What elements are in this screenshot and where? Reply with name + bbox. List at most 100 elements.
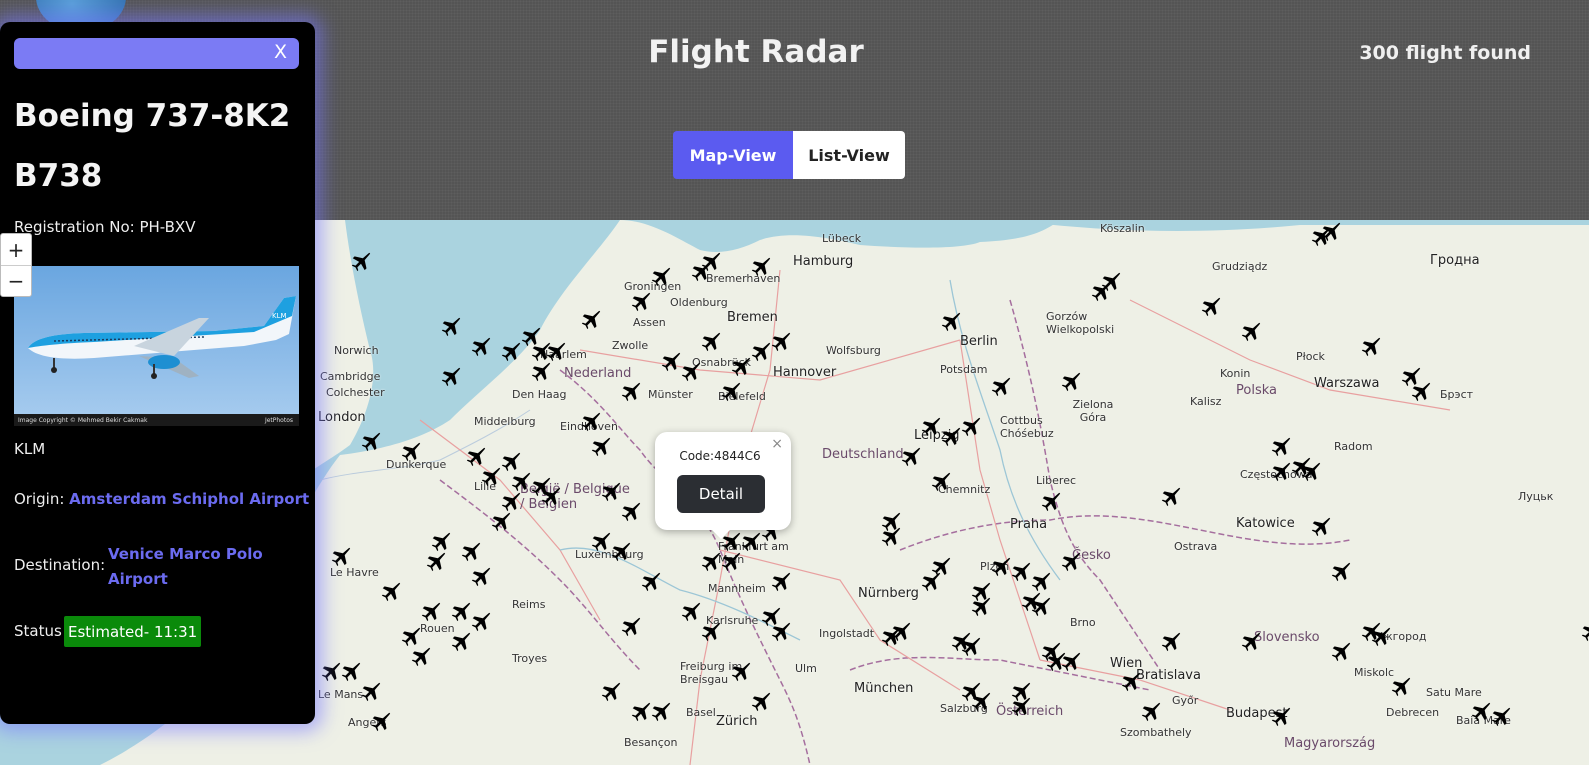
plane-icon[interactable] [600, 680, 622, 702]
plane-icon[interactable] [1270, 435, 1292, 457]
plane-icon[interactable] [1360, 335, 1382, 357]
plane-icon[interactable] [680, 360, 702, 382]
plane-icon[interactable] [440, 315, 462, 337]
plane-icon[interactable] [500, 340, 522, 362]
plane-icon[interactable] [970, 690, 992, 712]
plane-icon[interactable] [700, 620, 722, 642]
plane-icon[interactable] [990, 375, 1012, 397]
plane-icon[interactable] [340, 660, 362, 682]
plane-icon[interactable] [470, 610, 492, 632]
plane-icon[interactable] [620, 500, 642, 522]
plane-icon[interactable] [380, 580, 402, 602]
plane-icon[interactable] [700, 250, 722, 272]
plane-icon[interactable] [465, 445, 487, 467]
destination-airport-link[interactable]: Venice Marco Polo Airport [108, 542, 278, 592]
plane-icon[interactable] [500, 490, 522, 512]
zoom-in-button[interactable]: + [1, 234, 31, 265]
plane-icon[interactable] [880, 525, 902, 547]
plane-icon[interactable] [580, 308, 602, 330]
panel-close-bar[interactable]: X [14, 38, 299, 69]
list-view-button[interactable]: List-View [793, 131, 905, 179]
plane-icon[interactable] [680, 600, 702, 622]
plane-icon[interactable] [480, 465, 502, 487]
plane-icon[interactable] [350, 250, 372, 272]
plane-icon[interactable] [770, 620, 792, 642]
plane-icon[interactable] [1160, 485, 1182, 507]
plane-icon[interactable] [740, 530, 762, 552]
plane-icon[interactable] [450, 630, 472, 652]
plane-icon[interactable] [450, 600, 472, 622]
plane-icon[interactable] [545, 340, 567, 362]
plane-icon[interactable] [1490, 705, 1512, 727]
plane-icon[interactable] [750, 255, 772, 277]
plane-icon[interactable] [1270, 460, 1292, 482]
plane-icon[interactable] [1040, 490, 1062, 512]
plane-icon[interactable] [540, 485, 562, 507]
plane-icon[interactable] [1060, 650, 1082, 672]
plane-icon[interactable] [630, 290, 652, 312]
plane-icon[interactable] [1140, 700, 1162, 722]
plane-icon[interactable] [770, 570, 792, 592]
plane-icon[interactable] [730, 355, 752, 377]
plane-icon[interactable] [700, 550, 722, 572]
plane-icon[interactable] [490, 510, 512, 532]
detail-button[interactable]: Detail [677, 475, 765, 513]
plane-icon[interactable] [1470, 700, 1492, 722]
plane-icon[interactable] [720, 550, 742, 572]
plane-icon[interactable] [1310, 515, 1332, 537]
plane-icon[interactable] [590, 530, 612, 552]
plane-icon[interactable] [730, 660, 752, 682]
plane-icon[interactable] [370, 710, 392, 732]
plane-icon[interactable] [440, 365, 462, 387]
plane-icon[interactable] [970, 595, 992, 617]
plane-icon[interactable] [1240, 320, 1262, 342]
origin-airport-link[interactable]: Amsterdam Schiphol Airport [69, 490, 309, 508]
plane-icon[interactable] [1300, 460, 1322, 482]
plane-icon[interactable] [360, 430, 382, 452]
plane-icon[interactable] [1580, 620, 1589, 642]
plane-icon[interactable] [360, 680, 382, 702]
plane-icon[interactable] [880, 625, 902, 647]
panel-close-button[interactable]: X [274, 41, 287, 63]
plane-icon[interactable] [1100, 270, 1122, 292]
plane-icon[interactable] [590, 435, 612, 457]
plane-icon[interactable] [1270, 705, 1292, 727]
zoom-out-button[interactable]: − [1, 265, 31, 296]
plane-icon[interactable] [1330, 640, 1352, 662]
plane-icon[interactable] [960, 635, 982, 657]
plane-icon[interactable] [920, 570, 942, 592]
plane-icon[interactable] [630, 700, 652, 722]
plane-icon[interactable] [960, 415, 982, 437]
plane-icon[interactable] [1320, 220, 1342, 242]
plane-icon[interactable] [720, 380, 742, 402]
plane-icon[interactable] [650, 700, 672, 722]
plane-icon[interactable] [640, 570, 662, 592]
plane-icon[interactable] [1390, 675, 1412, 697]
plane-icon[interactable] [940, 425, 962, 447]
plane-icon[interactable] [1010, 560, 1032, 582]
plane-icon[interactable] [400, 625, 422, 647]
plane-icon[interactable] [530, 360, 552, 382]
plane-icon[interactable] [1030, 595, 1052, 617]
plane-icon[interactable] [930, 470, 952, 492]
plane-icon[interactable] [750, 340, 772, 362]
plane-icon[interactable] [610, 540, 632, 562]
plane-icon[interactable] [400, 440, 422, 462]
plane-icon[interactable] [620, 380, 642, 402]
plane-icon[interactable] [1010, 695, 1032, 717]
plane-icon[interactable] [1160, 630, 1182, 652]
plane-icon[interactable] [1060, 370, 1082, 392]
map-view-button[interactable]: Map-View [673, 131, 793, 179]
plane-icon[interactable] [420, 600, 442, 622]
plane-icon[interactable] [460, 540, 482, 562]
plane-icon[interactable] [425, 550, 447, 572]
plane-icon[interactable] [430, 530, 452, 552]
plane-icon[interactable] [1410, 380, 1432, 402]
plane-icon[interactable] [660, 350, 682, 372]
plane-icon[interactable] [330, 545, 352, 567]
plane-icon[interactable] [320, 660, 342, 682]
plane-icon[interactable] [1060, 550, 1082, 572]
plane-icon[interactable] [1370, 625, 1392, 647]
plane-icon[interactable] [770, 330, 792, 352]
plane-icon[interactable] [620, 615, 642, 637]
